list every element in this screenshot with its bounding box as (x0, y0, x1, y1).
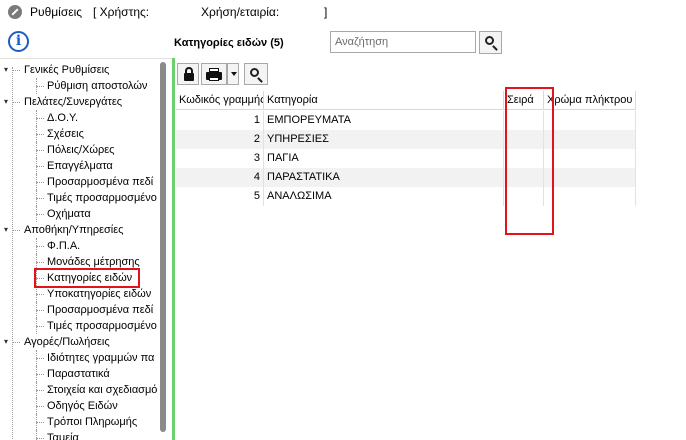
table-row[interactable]: 3 ΠΑΓΙΑ (176, 149, 636, 168)
settings-tree: ▾ Γενικές Ρυθμίσεις Ρύθμιση αποστολών ▾ Πελά… (0, 58, 172, 440)
tree-item[interactable]: Στοιχεία και σχεδιασμό (0, 382, 172, 398)
table-row[interactable]: 1 ΕΜΠΟΡΕΥΜΑΤΑ (176, 111, 636, 130)
tree-item-label: Οχήματα (47, 208, 91, 220)
tree-item[interactable]: Τιμές προσαρμοσμένο (0, 190, 172, 206)
cell-code[interactable]: 5 (176, 187, 264, 206)
cell-color[interactable] (544, 130, 636, 149)
company-label: Χρήση/εταιρία: (201, 5, 280, 19)
find-button[interactable] (244, 63, 268, 85)
tree-item[interactable]: Πόλεις/Χώρες (0, 142, 172, 158)
tree-item[interactable]: Ιδιότητες γραμμών πα (0, 350, 172, 366)
print-button[interactable] (201, 63, 227, 85)
settings-app-icon (8, 5, 22, 19)
tree-item-label: Δ.Ο.Υ. (47, 112, 79, 124)
tree-group[interactable]: ▾ Αγορές/Πωλήσεις (0, 334, 172, 350)
cell-category[interactable]: ΥΠΗΡΕΣΙΕΣ (264, 130, 504, 149)
tree-item-label: Προσαρμοσμένα πεδί (47, 304, 154, 316)
tree-group[interactable]: ▾ Πελάτες/Συνεργάτες (0, 94, 172, 110)
cell-category[interactable]: ΕΜΠΟΡΕΥΜΑΤΑ (264, 111, 504, 130)
cell-color[interactable] (544, 168, 636, 187)
info-icon[interactable]: i (8, 31, 29, 52)
tree-item-label: Τιμές προσαρμοσμένο (47, 192, 157, 204)
tree-item-label: Υποκατηγορίες ειδών (47, 288, 152, 300)
cell-category[interactable]: ΠΑΓΙΑ (264, 149, 504, 168)
tree-item[interactable]: Ρύθμιση αποστολών (0, 78, 172, 94)
cell-code[interactable]: 3 (176, 149, 264, 168)
search-button[interactable] (479, 31, 502, 54)
table-row[interactable]: 5 ΑΝΑΛΩΣΙΜΑ (176, 187, 636, 206)
tree-item-label: Παραστατικά (47, 368, 110, 380)
cell-category[interactable]: ΠΑΡΑΣΤΑΤΙΚΑ (264, 168, 504, 187)
tree-scrollbar[interactable] (160, 62, 166, 432)
tree-group-label: Αγορές/Πωλήσεις (24, 336, 110, 348)
tree-item-label: Πόλεις/Χώρες (47, 144, 115, 156)
tree-group[interactable]: ▾ Γενικές Ρυθμίσεις (0, 62, 172, 78)
tree-item-label: Οδηγός Ειδών (47, 400, 118, 412)
tree-item-label: Σχέσεις (47, 128, 84, 140)
tree-item-label: Φ.Π.Α. (47, 240, 81, 252)
tree-item[interactable]: Σχέσεις (0, 126, 172, 142)
tree-item-label: Στοιχεία και σχεδιασμό (47, 384, 158, 396)
panel-splitter[interactable] (172, 58, 175, 440)
selected-item-highlight (34, 268, 140, 288)
user-label: [ Χρήστης: (93, 5, 150, 19)
cell-category[interactable]: ΑΝΑΛΩΣΙΜΑ (264, 187, 504, 206)
window-title: Ρυθμίσεις (30, 5, 83, 19)
search-icon (250, 68, 259, 77)
column-header[interactable]: Κατηγορία (264, 91, 504, 110)
cell-color[interactable] (544, 111, 636, 130)
tree-item[interactable]: Προσαρμοσμένα πεδί (0, 302, 172, 318)
tree-item-label: Επαγγέλματα (47, 160, 113, 172)
tree-item[interactable]: Φ.Π.Α. (0, 238, 172, 254)
tree-item-label: Ρύθμιση αποστολών (47, 80, 148, 92)
tree-group-label: Αποθήκη/Υπηρεσίες (24, 224, 124, 236)
print-dropdown-button[interactable] (227, 63, 239, 85)
tree-item[interactable]: Επαγγέλματα (0, 158, 172, 174)
tree-group-label: Γενικές Ρυθμίσεις (24, 64, 110, 76)
search-input[interactable] (330, 31, 476, 53)
cell-color[interactable] (544, 149, 636, 168)
column-header[interactable]: Χρώμα πλήκτρου (544, 91, 636, 110)
cell-code[interactable]: 2 (176, 130, 264, 149)
tree-item[interactable]: Προσαρμοσμένα πεδί (0, 174, 172, 190)
tree-item[interactable]: Τιμές προσαρμοσμένο (0, 318, 172, 334)
tree-item[interactable]: Τρόποι Πληρωμής (0, 414, 172, 430)
tree-item-label: Ιδιότητες γραμμών πα (47, 352, 155, 364)
tree-item-label: Ταμεία (47, 432, 79, 440)
title-bar: Ρυθμίσεις [ Χρήστης: Χρήση/εταιρία: ] (0, 0, 686, 26)
panel-title: Κατηγορίες ειδών (5) (174, 37, 284, 49)
column-header[interactable]: Κωδικός γραμμής (176, 91, 264, 110)
table-row[interactable]: 4 ΠΑΡΑΣΤΑΤΙΚΑ (176, 168, 636, 187)
tree-item-label: Προσαρμοσμένα πεδί (47, 176, 154, 188)
chevron-down-icon (231, 72, 237, 76)
tree-group[interactable]: ▾ Αποθήκη/Υπηρεσίες (0, 222, 172, 238)
table-row[interactable]: 2 ΥΠΗΡΕΣΙΕΣ (176, 130, 636, 149)
tree-item[interactable]: Ταμεία (0, 430, 172, 440)
cell-code[interactable]: 1 (176, 111, 264, 130)
search-icon (485, 36, 494, 45)
tree-item[interactable]: Δ.Ο.Υ. (0, 110, 172, 126)
lock-button[interactable] (177, 63, 199, 85)
cell-code[interactable]: 4 (176, 168, 264, 187)
tree-item-label: Τρόποι Πληρωμής (47, 416, 138, 428)
order-column-highlight (505, 87, 554, 235)
tree-item[interactable]: Οχήματα (0, 206, 172, 222)
tree-group-label: Πελάτες/Συνεργάτες (24, 96, 123, 108)
tree-item[interactable]: Οδηγός Ειδών (0, 398, 172, 414)
cell-color[interactable] (544, 187, 636, 206)
tree-item[interactable]: Υποκατηγορίες ειδών (0, 286, 172, 302)
tree-item[interactable]: Παραστατικά (0, 366, 172, 382)
tree-item-label: Τιμές προσαρμοσμένο (47, 320, 157, 332)
title-bracket: ] (324, 5, 328, 19)
